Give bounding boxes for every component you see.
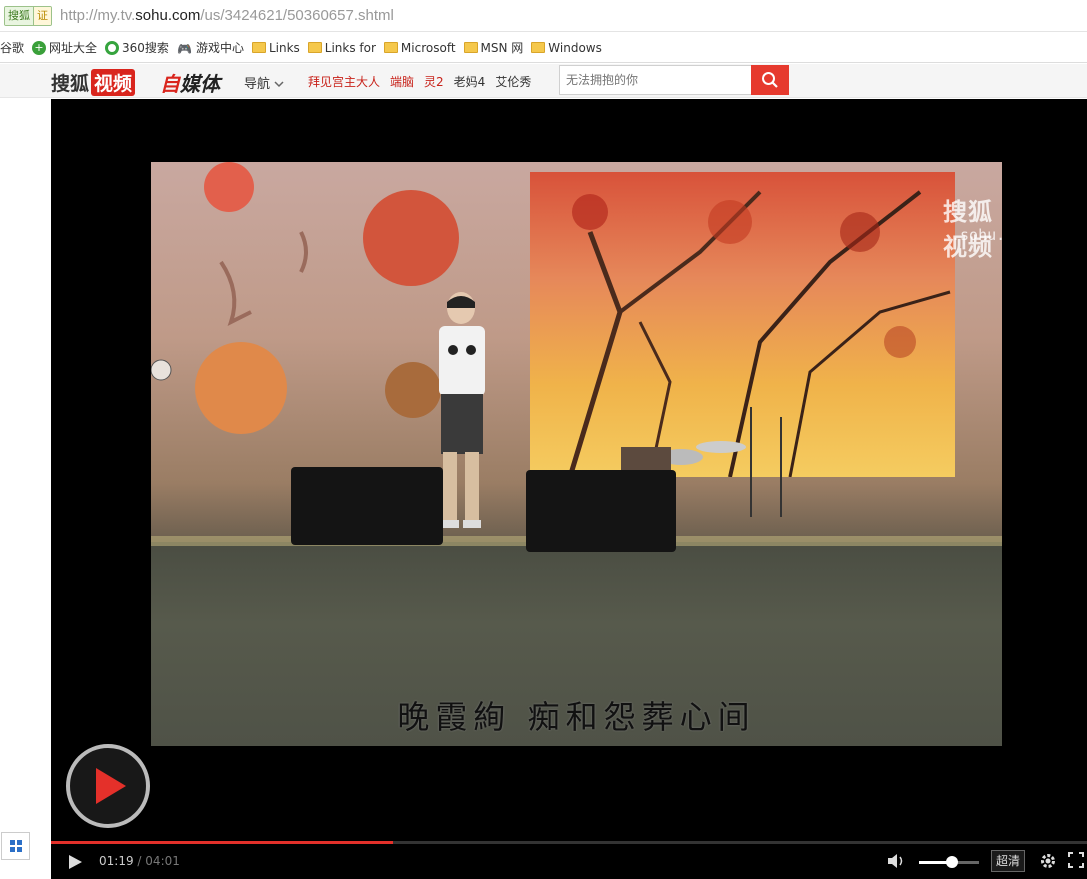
play-icon bbox=[96, 768, 126, 804]
bookmark-google[interactable]: 谷歌 bbox=[0, 39, 24, 56]
self-media-logo[interactable]: 自媒体 bbox=[160, 68, 220, 97]
bookmark-game-center[interactable]: 🎮 游戏中心 bbox=[177, 39, 244, 56]
address-bar[interactable]: 搜狐 证 http://my.tv.sohu.com/us/3424621/50… bbox=[0, 0, 1087, 32]
bookmark-links-for[interactable]: Links for bbox=[307, 41, 376, 55]
bookmark-msn[interactable]: MSN 网 bbox=[463, 39, 523, 56]
quality-button[interactable]: 超清 bbox=[991, 850, 1025, 872]
control-bar: 01:19 / 04:01 超清 bbox=[51, 844, 1087, 879]
video-subtitle: 晚霞絢 痴和怨葬心间 bbox=[397, 698, 756, 736]
search-box bbox=[559, 65, 789, 95]
plus-icon: + bbox=[32, 40, 47, 55]
bookmark-360-search[interactable]: 360搜索 bbox=[105, 39, 169, 56]
search-button[interactable] bbox=[751, 65, 789, 95]
bookmarks-bar: 谷歌 + 网址大全 360搜索 🎮 游戏中心 Links Links for M… bbox=[0, 33, 1087, 63]
hot-link[interactable]: 艾伦秀 bbox=[495, 73, 531, 90]
site-header: 搜狐 视频 自媒体 导航 拜见宫主大人 端脑 灵2 老妈4 艾伦秀 bbox=[0, 64, 1087, 98]
gamepad-icon: 🎮 bbox=[176, 41, 192, 56]
folder-icon bbox=[251, 42, 266, 53]
cert-label: 搜狐 bbox=[5, 6, 33, 25]
duration: 04:01 bbox=[145, 854, 180, 868]
video-player[interactable]: 搜狐视频 .sohu.com 晚霞絢 痴和怨葬心间 01:19 / 04:01 … bbox=[51, 99, 1087, 879]
stage-speaker-right bbox=[526, 470, 676, 552]
url-text[interactable]: http://my.tv.sohu.com/us/3424621/5036065… bbox=[60, 7, 394, 24]
hot-link[interactable]: 端脑 bbox=[390, 73, 414, 90]
bookmark-microsoft[interactable]: Microsoft bbox=[383, 41, 456, 55]
search-icon bbox=[762, 72, 778, 88]
side-app-button[interactable] bbox=[1, 832, 30, 860]
bookmark-links[interactable]: Links bbox=[251, 41, 300, 55]
bookmark-windows[interactable]: Windows bbox=[531, 41, 602, 55]
cert-verified-label: 证 bbox=[33, 6, 51, 25]
chevron-down-icon bbox=[274, 81, 284, 88]
gear-icon[interactable] bbox=[1039, 852, 1057, 870]
folder-icon bbox=[463, 42, 478, 53]
folder-icon bbox=[307, 42, 322, 53]
big-play-button[interactable] bbox=[66, 744, 150, 828]
nav-menu-button[interactable]: 导航 bbox=[244, 73, 284, 92]
current-time: 01:19 bbox=[99, 854, 134, 868]
stage-speaker-left bbox=[291, 467, 443, 545]
hot-link[interactable]: 拜见宫主大人 bbox=[308, 73, 380, 90]
sohu-video-logo[interactable]: 搜狐 视频 bbox=[51, 69, 136, 96]
left-margin bbox=[0, 99, 51, 879]
bookmark-hao[interactable]: + 网址大全 bbox=[32, 39, 97, 56]
watermark-domain: .sohu.com bbox=[951, 226, 1002, 244]
fullscreen-icon[interactable] bbox=[1068, 852, 1084, 868]
folder-icon bbox=[531, 42, 546, 53]
video-frame[interactable]: 搜狐视频 .sohu.com 晚霞絢 痴和怨葬心间 bbox=[151, 162, 1002, 746]
hot-link[interactable]: 灵2 bbox=[424, 73, 444, 90]
volume-knob[interactable] bbox=[946, 856, 958, 868]
hot-link[interactable]: 老妈4 bbox=[454, 73, 486, 90]
hot-links: 拜见宫主大人 端脑 灵2 老妈4 艾伦秀 bbox=[308, 73, 531, 90]
grid-icon bbox=[9, 840, 22, 852]
volume-icon[interactable] bbox=[887, 852, 907, 870]
folder-icon bbox=[383, 42, 398, 53]
search-input[interactable] bbox=[559, 65, 751, 95]
play-pause-button[interactable] bbox=[67, 854, 83, 870]
360-icon bbox=[105, 40, 120, 55]
site-certificate-badge[interactable]: 搜狐 证 bbox=[4, 5, 52, 26]
time-display: 01:19 / 04:01 bbox=[99, 854, 180, 868]
